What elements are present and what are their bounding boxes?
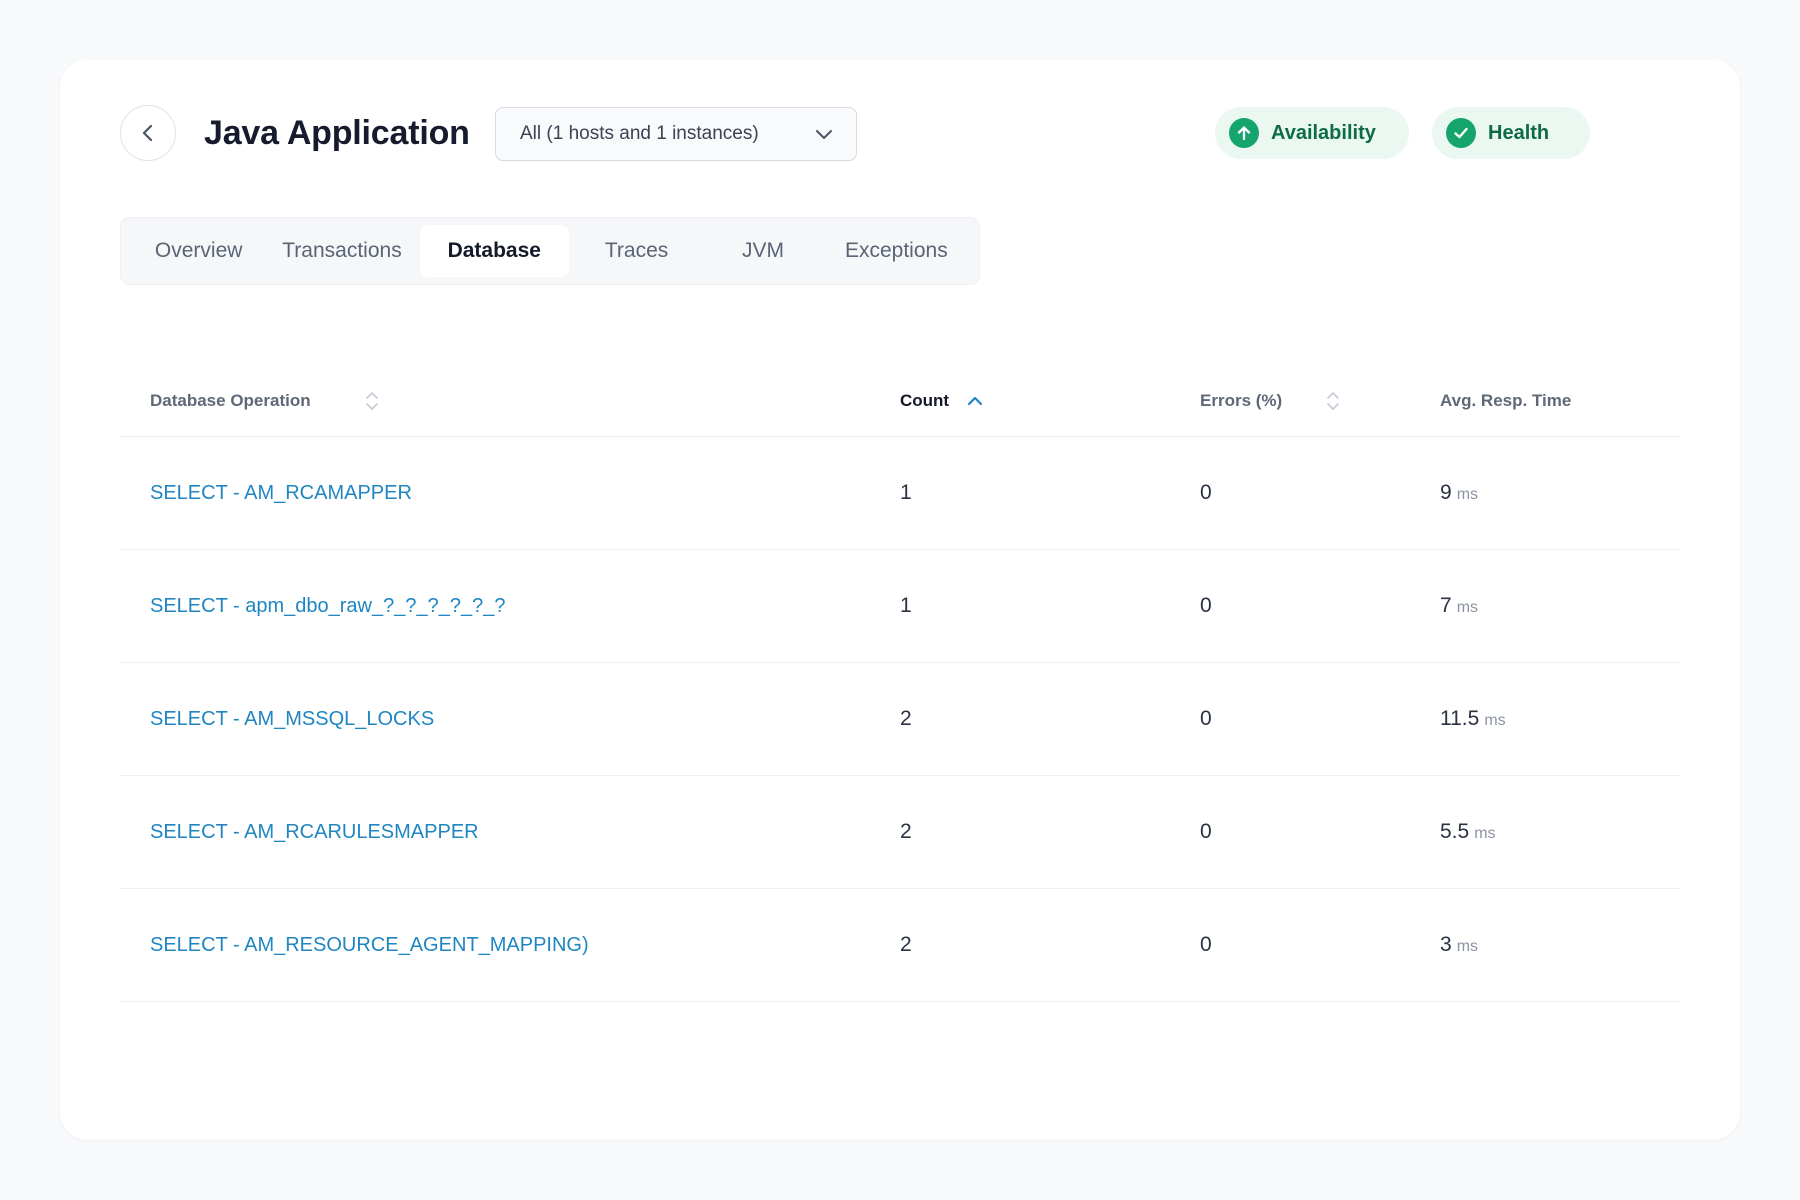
errors-value: 0: [1200, 707, 1212, 730]
page-title: Java Application: [204, 113, 470, 152]
sort-icon: [1326, 390, 1340, 412]
chevron-down-icon: [816, 130, 832, 139]
avg-time-cell: 9 ms: [1440, 481, 1478, 505]
column-header-errors[interactable]: Errors (%): [1200, 390, 1340, 412]
operation-link[interactable]: SELECT - AM_MSSQL_LOCKS: [150, 708, 434, 731]
table-row: SELECT - AM_MSSQL_LOCKS 2 0 11.5 ms: [120, 663, 1680, 776]
tab-transactions[interactable]: Transactions: [268, 225, 415, 277]
sort-ascending-icon: [967, 393, 983, 409]
tab-jvm[interactable]: JVM: [704, 225, 821, 277]
operation-link[interactable]: SELECT - AM_RCAMAPPER: [150, 482, 412, 505]
errors-value: 0: [1200, 481, 1212, 504]
tab-database[interactable]: Database: [419, 225, 569, 277]
count-value: 2: [900, 933, 912, 956]
availability-badge[interactable]: Availability: [1215, 107, 1409, 159]
errors-value: 0: [1200, 820, 1212, 843]
avg-time-unit: ms: [1456, 938, 1479, 955]
avg-time-value: 5.5: [1440, 820, 1470, 843]
app-panel: Java Application All (1 hosts and 1 inst…: [60, 60, 1740, 1140]
operation-link[interactable]: SELECT - AM_RCARULESMAPPER: [150, 821, 479, 844]
database-operations-table: Database Operation Count Errors (%) Avg.…: [120, 365, 1680, 1002]
column-header-label: Errors (%): [1200, 390, 1283, 410]
column-header-label: Database Operation: [150, 390, 311, 410]
chevron-left-icon: [142, 124, 153, 142]
table-row: SELECT - AM_RCAMAPPER 1 0 9 ms: [120, 437, 1680, 550]
column-header-label: Count: [900, 390, 950, 410]
avg-time-unit: ms: [1484, 712, 1506, 729]
availability-label: Availability: [1271, 121, 1376, 144]
count-value: 2: [900, 707, 912, 730]
column-header-label: Avg. Resp. Time: [1440, 390, 1572, 410]
errors-value: 0: [1200, 594, 1212, 617]
column-header-operation[interactable]: Database Operation: [150, 390, 379, 412]
count-value: 1: [900, 481, 912, 504]
tab-bar: Overview Transactions Database Traces JV…: [120, 217, 980, 285]
arrow-up-icon: [1229, 118, 1259, 148]
tab-traces[interactable]: Traces: [569, 225, 704, 277]
host-filter-value: All (1 hosts and 1 instances): [520, 123, 759, 144]
avg-time-value: 9: [1440, 481, 1452, 504]
operation-link[interactable]: SELECT - AM_RESOURCE_AGENT_MAPPING): [150, 934, 589, 957]
avg-time-unit: ms: [1456, 486, 1479, 503]
check-icon: [1446, 118, 1476, 148]
errors-value: 0: [1200, 933, 1212, 956]
avg-time-value: 3: [1440, 933, 1452, 956]
count-value: 2: [900, 820, 912, 843]
tab-overview[interactable]: Overview: [129, 225, 268, 277]
avg-time-cell: 5.5 ms: [1440, 820, 1496, 844]
table-header-row: Database Operation Count Errors (%) Avg.…: [120, 365, 1680, 437]
avg-time-value: 11.5: [1440, 707, 1480, 730]
tab-exceptions[interactable]: Exceptions: [822, 225, 971, 277]
avg-time-cell: 11.5 ms: [1440, 707, 1506, 731]
avg-time-unit: ms: [1474, 825, 1496, 842]
avg-time-unit: ms: [1456, 599, 1479, 616]
host-filter-dropdown[interactable]: All (1 hosts and 1 instances): [495, 107, 857, 161]
count-value: 1: [900, 594, 912, 617]
back-button[interactable]: [120, 105, 176, 161]
column-header-avg-resp-time[interactable]: Avg. Resp. Time: [1440, 391, 1571, 411]
avg-time-cell: 7 ms: [1440, 594, 1478, 618]
column-header-count[interactable]: Count: [900, 391, 983, 411]
sort-icon: [365, 390, 379, 412]
health-badge[interactable]: Health: [1432, 107, 1590, 159]
avg-time-value: 7: [1440, 594, 1452, 617]
table-row: SELECT - apm_dbo_raw_?_?_?_?_?_? 1 0 7 ms: [120, 550, 1680, 663]
operation-link[interactable]: SELECT - apm_dbo_raw_?_?_?_?_?_?: [150, 595, 505, 618]
table-row: SELECT - AM_RESOURCE_AGENT_MAPPING) 2 0 …: [120, 889, 1680, 1002]
health-label: Health: [1488, 121, 1550, 144]
table-row: SELECT - AM_RCARULESMAPPER 2 0 5.5 ms: [120, 776, 1680, 889]
avg-time-cell: 3 ms: [1440, 933, 1478, 957]
